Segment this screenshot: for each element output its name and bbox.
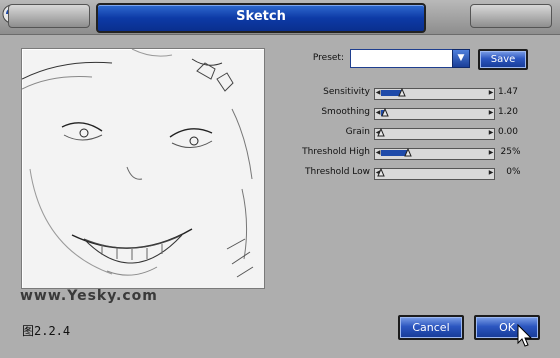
- slider-label-threshold-low: Threshold Low: [305, 167, 370, 177]
- slider-unit-threshold-high: %: [512, 147, 521, 157]
- slider-value-threshold-low: 0: [506, 167, 512, 177]
- preset-select[interactable]: [350, 49, 456, 68]
- title-right-cap: [470, 4, 552, 28]
- title-bar: Sketch: [0, 0, 560, 35]
- slider-label-threshold-high: Threshold High: [302, 147, 370, 157]
- slider-sensitivity[interactable]: ◀ ▶: [374, 88, 495, 100]
- sketch-preview-drawing: [21, 48, 254, 278]
- chevron-down-icon[interactable]: ▼: [452, 49, 470, 68]
- figure-caption: 图2.2.4: [22, 324, 71, 338]
- save-button[interactable]: Save: [478, 49, 528, 70]
- slider-value-grain: 0.00: [497, 127, 518, 137]
- slider-right-arrow-icon[interactable]: ▶: [488, 89, 494, 97]
- slider-right-arrow-icon[interactable]: ▶: [488, 109, 494, 117]
- slider-value-threshold-high: 25: [500, 147, 512, 157]
- slider-label-grain: Grain: [345, 127, 370, 137]
- slider-value-sensitivity: 1.47: [497, 87, 518, 97]
- slider-smoothing[interactable]: ◀ ▶: [374, 108, 495, 120]
- slider-value-smoothing: 1.20: [497, 107, 518, 117]
- slider-thumb-icon[interactable]: [404, 148, 412, 157]
- title-left-cap: [8, 4, 90, 28]
- slider-thumb-icon[interactable]: [377, 128, 385, 137]
- slider-right-arrow-icon[interactable]: ▶: [488, 129, 494, 137]
- cancel-button[interactable]: Cancel: [398, 315, 464, 340]
- slider-label-sensitivity: Sensitivity: [323, 87, 370, 97]
- watermark-text: www.Yesky.com: [20, 288, 158, 304]
- title-plate: Sketch: [96, 3, 426, 33]
- slider-threshold-low[interactable]: ◀ ▶: [374, 168, 495, 180]
- slider-thumb-icon[interactable]: [398, 88, 406, 97]
- window-title: Sketch: [236, 9, 286, 24]
- slider-label-smoothing: Smoothing: [321, 107, 370, 117]
- slider-thumb-icon[interactable]: [377, 168, 385, 177]
- slider-grain[interactable]: ◀ ▶: [374, 128, 495, 140]
- preview-image[interactable]: [21, 48, 265, 289]
- slider-thumb-icon[interactable]: [381, 108, 389, 117]
- slider-unit-threshold-low: %: [512, 167, 521, 177]
- preset-label: Preset:: [312, 53, 344, 63]
- slider-threshold-high[interactable]: ◀ ▶: [374, 148, 495, 160]
- mouse-cursor-icon: [517, 324, 533, 347]
